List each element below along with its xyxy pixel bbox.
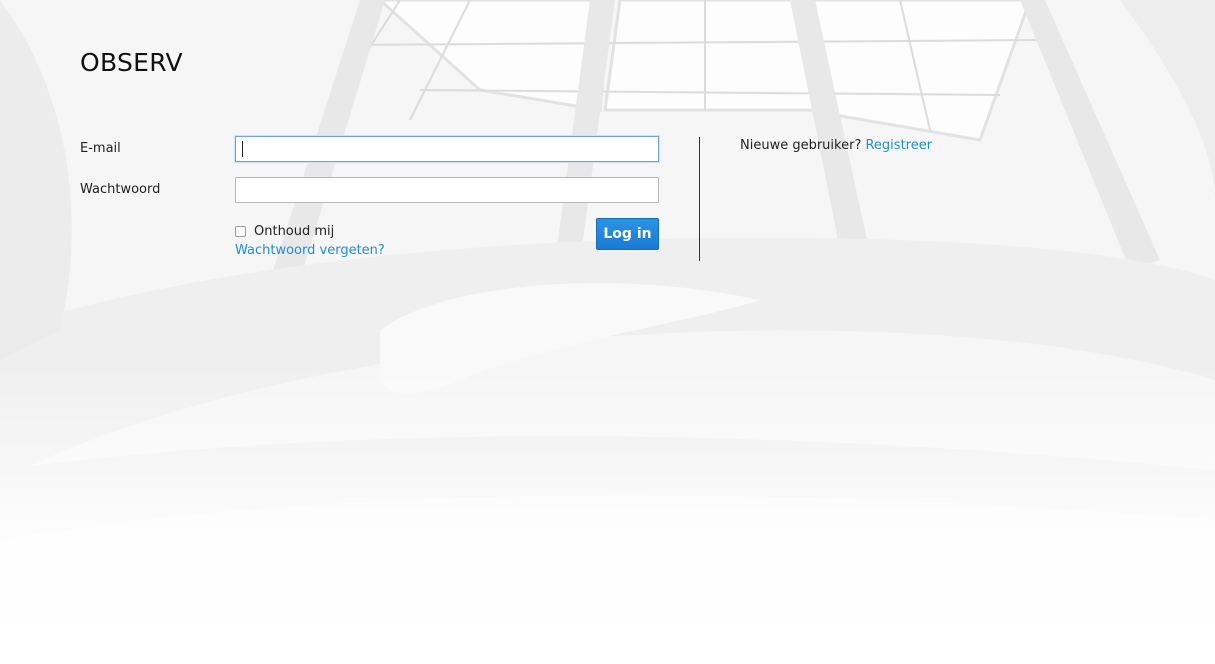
register-link[interactable]: Registreer bbox=[865, 138, 932, 153]
register-prompt-row: Nieuwe gebruiker? Registreer bbox=[740, 138, 932, 153]
remember-me-checkbox[interactable] bbox=[235, 226, 246, 237]
email-field[interactable] bbox=[235, 136, 659, 162]
app-title: OBSERV bbox=[80, 48, 183, 77]
register-prompt-text: Nieuwe gebruiker? bbox=[740, 138, 862, 153]
password-label: Wachtwoord bbox=[80, 182, 161, 197]
login-button[interactable]: Log in bbox=[596, 218, 659, 250]
forgot-password-link[interactable]: Wachtwoord vergeten? bbox=[235, 243, 385, 258]
remember-me-label: Onthoud mij bbox=[254, 224, 335, 239]
text-caret bbox=[242, 141, 243, 157]
remember-me-row[interactable]: Onthoud mij bbox=[235, 224, 334, 239]
vertical-divider bbox=[699, 137, 700, 261]
email-label: E-mail bbox=[80, 141, 121, 156]
password-field[interactable] bbox=[235, 177, 659, 203]
